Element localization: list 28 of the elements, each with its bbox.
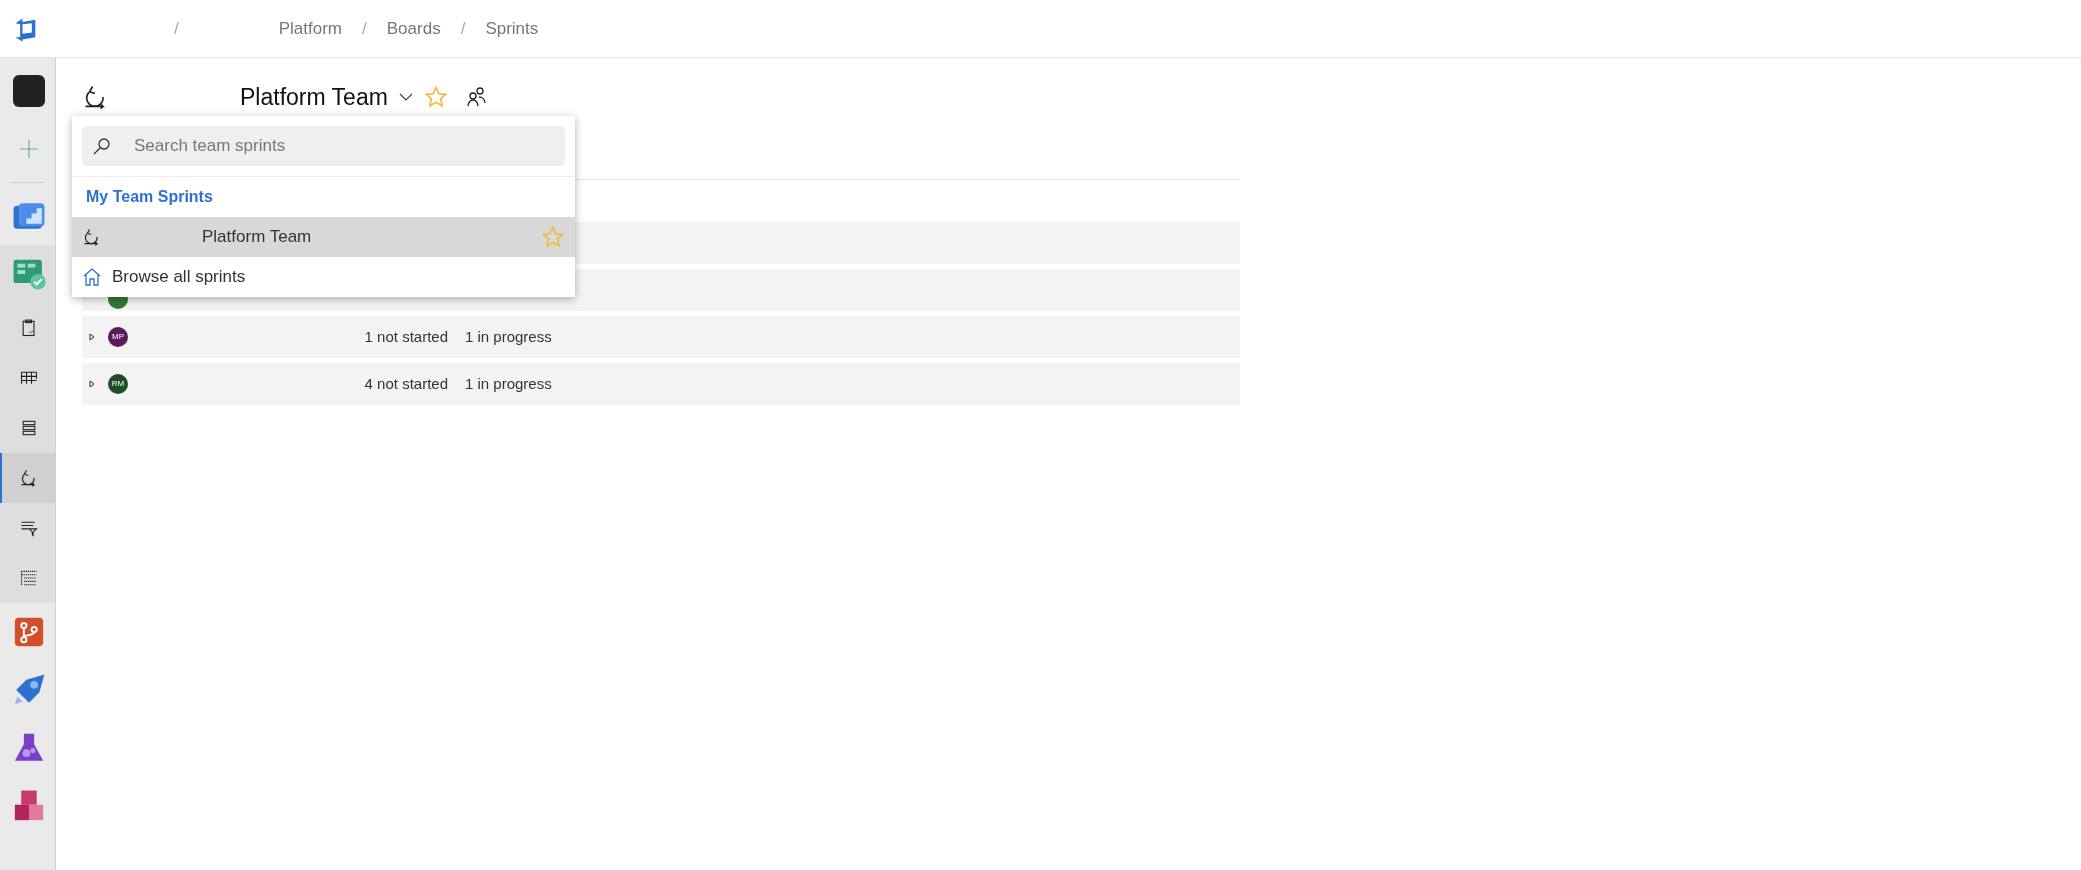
search-field[interactable]: Search team sprints [82,126,565,166]
team-sprint-item[interactable]: Platform Team [72,217,575,257]
team-name: Platform Team [202,226,313,249]
search-icon [92,136,112,156]
team-title[interactable]: Platform Team [240,79,388,115]
breadcrumb-separator: / [460,17,466,40]
user-avatar: MP [108,327,128,347]
not-started-count: 1 not started [363,326,448,347]
breadcrumb-link[interactable]: Sprints [485,15,539,42]
breadcrumb-separator: / [174,17,179,40]
breadcrumb-link[interactable]: Platform [278,15,343,42]
expand-caret-icon[interactable] [88,380,96,388]
favorite-star-icon[interactable] [423,85,448,109]
home-icon [82,267,102,287]
in-progress-count: 1 in progress [465,326,552,347]
in-progress-count: 1 in progress [465,373,552,394]
project-avatar[interactable] [12,75,45,107]
user-avatar: RM [108,374,128,394]
browse-all-sprints-link[interactable]: Browse all sprints [72,257,575,297]
sprint-row[interactable]: RM 4 not started 1 in progress [82,363,1240,405]
section-heading: My Team Sprints [85,187,214,207]
favorite-star-icon[interactable] [541,225,565,249]
calendar-grid-icon[interactable] [18,568,39,588]
expand-caret-icon[interactable] [88,333,96,341]
not-started-count: 4 not started [363,373,448,394]
sprint-row[interactable]: MP 1 not started 1 in progress [82,316,1240,358]
breadcrumb-link[interactable]: Boards [386,15,441,42]
breadcrumb-separator: / [362,17,367,40]
